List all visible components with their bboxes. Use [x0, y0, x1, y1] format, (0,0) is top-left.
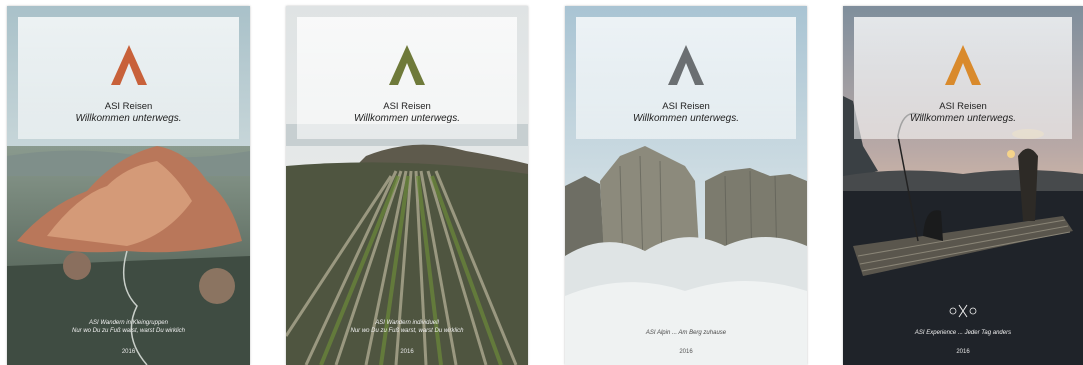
catalog-tagline: ASI Wandern individuell Nur wo Du zu Fuß… — [286, 319, 528, 335]
catalog-year: 2016 — [121, 349, 136, 355]
catalog-cover-wandern-individuell[interactable]: ASI Reisen Willkommen unterwegs. ASI Wan… — [286, 6, 528, 365]
slogan: Willkommen unterwegs. — [353, 113, 461, 124]
tagline-title: ASI Wandern individuell — [375, 320, 439, 326]
title-panel: ASI Reisen Willkommen unterwegs. — [576, 17, 796, 139]
catalog-year: 2016 — [400, 349, 414, 355]
tagline-title: ASI Wandern in Kleingruppen — [89, 320, 168, 326]
tagline-title: ASI Experience ... Jeder Tag anders — [914, 330, 1012, 336]
catalog-year: 2016 — [679, 349, 693, 355]
catalog-cover-experience[interactable]: ASI Reisen Willkommen unterwegs. ASI Exp… — [843, 6, 1083, 365]
tagline-title: ASI Alpin ... Am Berg zuhause — [645, 330, 727, 336]
brand-name: ASI Reisen — [383, 101, 431, 112]
asi-logo-icon — [668, 45, 704, 85]
title-panel: ASI Reisen Willkommen unterwegs. — [297, 17, 517, 139]
catalog-cover-alpin[interactable]: ASI Reisen Willkommen unterwegs. ASI Alp… — [565, 6, 807, 365]
tagline-subtitle: Nur wo Du zu Fuß warst, warst Du wirklic… — [350, 328, 464, 334]
asi-logo-icon — [389, 45, 425, 85]
title-panel: ASI Reisen Willkommen unterwegs. — [854, 17, 1072, 139]
tagline-subtitle: Nur wo Du zu Fuß warst, warst Du wirklic… — [71, 328, 186, 334]
experience-emblem-icon — [949, 304, 977, 318]
brand-name: ASI Reisen — [939, 101, 987, 112]
brand-name: ASI Reisen — [104, 101, 153, 112]
asi-logo-icon — [945, 45, 981, 85]
brand-name: ASI Reisen — [662, 101, 710, 112]
catalog-tagline: ASI Alpin ... Am Berg zuhause — [565, 329, 807, 337]
catalog-year: 2016 — [956, 349, 970, 355]
catalog-cover-wandern-kleingruppen[interactable]: ASI Reisen Willkommen unterwegs. ASI Wan… — [7, 6, 250, 365]
slogan: Willkommen unterwegs. — [909, 113, 1017, 124]
asi-logo-icon — [110, 45, 147, 85]
slogan: Willkommen unterwegs. — [632, 113, 740, 124]
catalog-tagline: ASI Experience ... Jeder Tag anders — [843, 329, 1083, 337]
title-panel: ASI Reisen Willkommen unterwegs. — [18, 17, 239, 139]
slogan: Willkommen unterwegs. — [75, 113, 182, 124]
catalog-tagline: ASI Wandern in Kleingruppen Nur wo Du zu… — [7, 319, 250, 335]
